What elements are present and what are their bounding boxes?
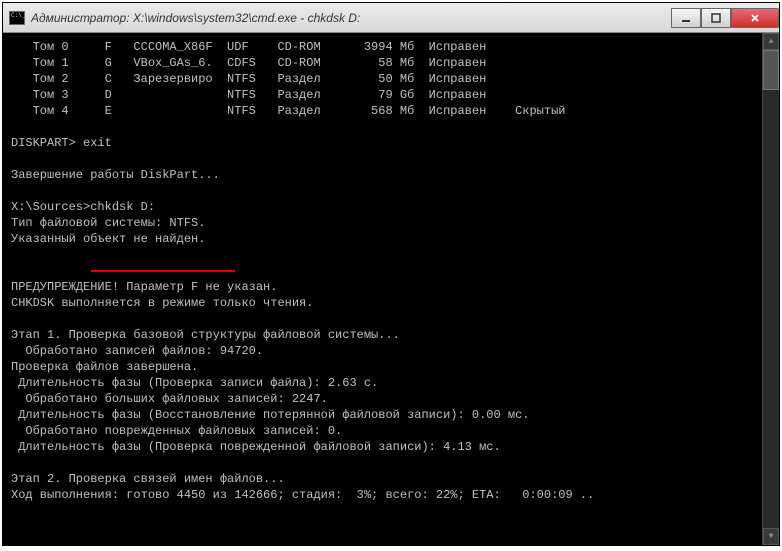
scroll-up-button[interactable]: ▲ <box>763 33 779 50</box>
window-controls <box>671 8 779 28</box>
maximize-icon <box>711 13 721 23</box>
minimize-icon <box>681 13 691 23</box>
cmd-icon <box>9 11 25 25</box>
titlebar[interactable]: Администратор: X:\windows\system32\cmd.e… <box>3 3 779 33</box>
highlight-underline <box>91 270 235 272</box>
scrollbar-thumb[interactable] <box>763 50 779 90</box>
minimize-button[interactable] <box>671 8 701 28</box>
vertical-scrollbar[interactable]: ▲ ▼ <box>762 33 779 545</box>
terminal-area: Том 0 F CCCOMA_X86F UDF CD-ROM 3994 Mб И… <box>3 33 779 545</box>
scrollbar-track[interactable] <box>763 50 779 528</box>
window-title: Администратор: X:\windows\system32\cmd.e… <box>31 11 671 25</box>
maximize-button[interactable] <box>701 8 731 28</box>
terminal-output[interactable]: Том 0 F CCCOMA_X86F UDF CD-ROM 3994 Mб И… <box>3 33 762 545</box>
close-button[interactable] <box>731 8 779 28</box>
close-icon <box>750 13 760 23</box>
cmd-window: Администратор: X:\windows\system32\cmd.e… <box>2 2 780 546</box>
scroll-down-button[interactable]: ▼ <box>763 528 779 545</box>
